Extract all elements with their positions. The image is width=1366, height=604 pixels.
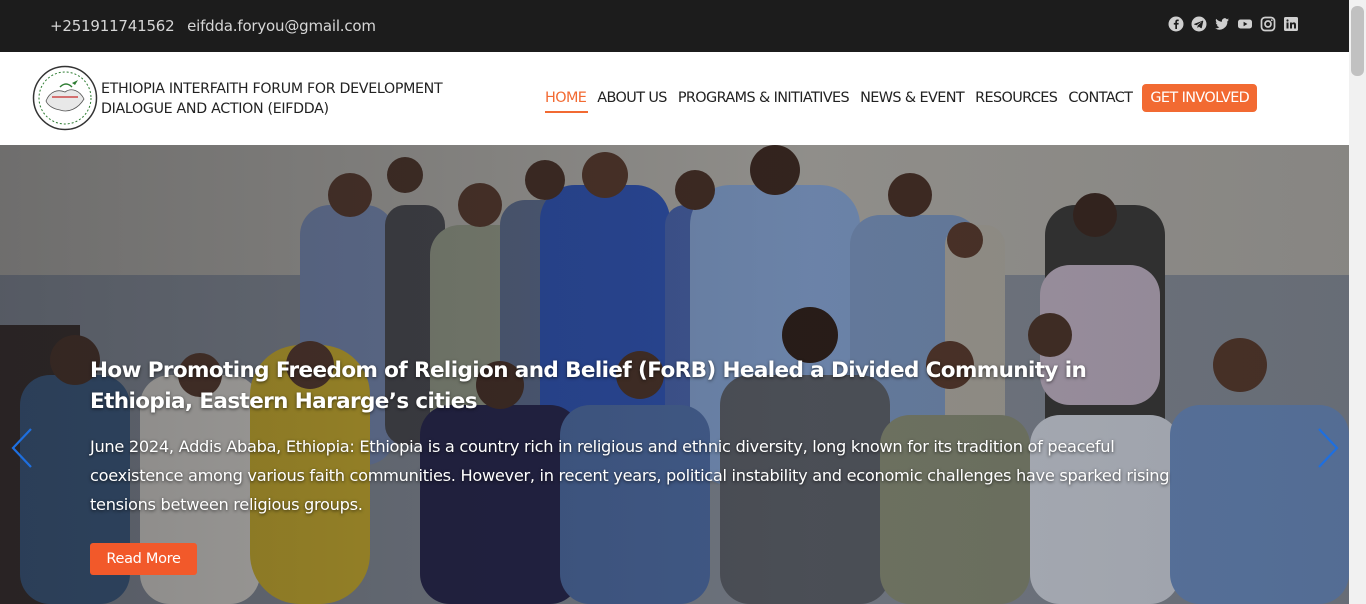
nav-programs-initiatives[interactable]: PROGRAMS & INITIATIVES — [678, 83, 850, 113]
slider-next-arrow[interactable] — [1316, 427, 1340, 469]
linkedin-icon[interactable] — [1283, 16, 1299, 32]
nav-contact[interactable]: CONTACT — [1068, 83, 1133, 113]
organization-name: ETHIOPIA INTERFAITH FORUM FOR DEVELOPMEN… — [101, 79, 443, 119]
youtube-icon[interactable] — [1237, 16, 1253, 32]
hero-slider: How Promoting Freedom of Religion and Be… — [0, 145, 1349, 604]
site-header: ETHIOPIA INTERFAITH FORUM FOR DEVELOPMEN… — [0, 52, 1349, 145]
get-involved-button[interactable]: GET INVOLVED — [1142, 84, 1258, 112]
slider-prev-arrow[interactable] — [10, 427, 34, 469]
nav-news-event[interactable]: NEWS & EVENT — [860, 83, 965, 113]
main-navigation: HOME ABOUT US PROGRAMS & INITIATIVES NEW… — [545, 83, 1258, 113]
eifdda-logo[interactable] — [32, 65, 98, 131]
email-address[interactable]: eifdda.foryou@gmail.com — [187, 17, 376, 35]
org-name-line1: ETHIOPIA INTERFAITH FORUM FOR DEVELOPMEN… — [101, 81, 443, 97]
chevron-left-icon — [11, 428, 32, 468]
hero-title: How Promoting Freedom of Religion and Be… — [90, 358, 1087, 414]
nav-about-us[interactable]: ABOUT US — [597, 83, 667, 113]
social-links — [1168, 16, 1299, 32]
chevron-right-icon — [1318, 428, 1339, 468]
hero-description: June 2024, Addis Ababa, Ethiopia: Ethiop… — [90, 437, 1170, 514]
instagram-icon[interactable] — [1260, 16, 1276, 32]
nav-home[interactable]: HOME — [545, 83, 589, 113]
org-name-line2: DIALOGUE AND ACTION (EIFDDA) — [101, 101, 329, 117]
phone-number[interactable]: +251911741562 — [50, 17, 175, 35]
page-scrollbar[interactable] — [1349, 0, 1366, 604]
read-more-button[interactable]: Read More — [90, 543, 197, 575]
contact-info: +251911741562 eifdda.foryou@gmail.com — [50, 17, 384, 35]
scrollbar-thumb[interactable] — [1351, 6, 1364, 76]
top-contact-bar: +251911741562 eifdda.foryou@gmail.com — [0, 0, 1349, 52]
twitter-icon[interactable] — [1214, 16, 1230, 32]
facebook-icon[interactable] — [1168, 16, 1184, 32]
telegram-icon[interactable] — [1191, 16, 1207, 32]
nav-resources[interactable]: RESOURCES — [975, 83, 1058, 113]
